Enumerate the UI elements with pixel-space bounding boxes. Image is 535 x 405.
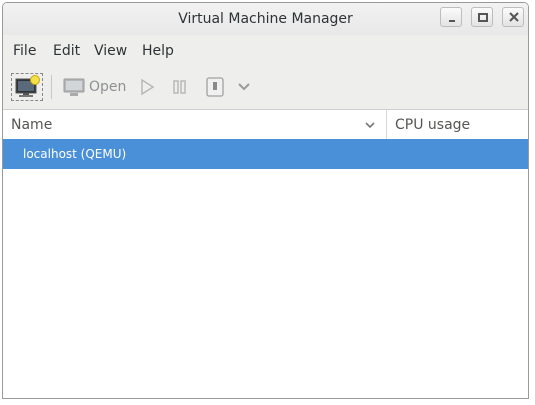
maximize-button[interactable]	[471, 7, 493, 27]
shutdown-button[interactable]	[204, 75, 226, 99]
toolbar-separator	[51, 75, 52, 99]
open-button-label: Open	[89, 79, 127, 95]
shutdown-menu-button[interactable]	[236, 79, 252, 95]
column-header-name[interactable]: Name	[11, 117, 52, 133]
connection-name: localhost (QEMU)	[23, 147, 127, 161]
minimize-icon	[449, 20, 455, 22]
close-button[interactable]	[502, 7, 524, 27]
menu-bar: File Edit View Help	[3, 35, 528, 65]
close-icon	[509, 12, 519, 22]
new-vm-button[interactable]	[11, 73, 43, 101]
run-button[interactable]	[137, 77, 157, 97]
menu-view[interactable]: View	[94, 43, 127, 59]
maximize-icon	[478, 13, 488, 22]
monitor-icon	[63, 78, 85, 96]
new-vm-icon	[15, 75, 40, 97]
pause-button[interactable]	[170, 77, 190, 97]
table-header: Name CPU usage	[3, 110, 528, 140]
title-bar[interactable]: Virtual Machine Manager	[3, 3, 528, 35]
shutdown-icon	[206, 77, 224, 97]
column-divider[interactable]	[386, 110, 387, 139]
play-icon	[141, 78, 155, 96]
app-window: Virtual Machine Manager File Edit View H…	[2, 2, 529, 399]
minimize-button[interactable]	[440, 7, 462, 27]
pause-icon	[173, 80, 186, 94]
table-row[interactable]: localhost (QEMU)	[3, 139, 528, 169]
sort-chevron-icon[interactable]	[364, 119, 376, 131]
column-header-cpu-usage[interactable]: CPU usage	[395, 117, 470, 133]
menu-file[interactable]: File	[13, 43, 36, 59]
chevron-down-icon	[238, 83, 250, 91]
menu-help[interactable]: Help	[142, 43, 174, 59]
open-button[interactable]	[61, 75, 87, 99]
toolbar: Open	[3, 65, 528, 110]
menu-edit[interactable]: Edit	[53, 43, 80, 59]
